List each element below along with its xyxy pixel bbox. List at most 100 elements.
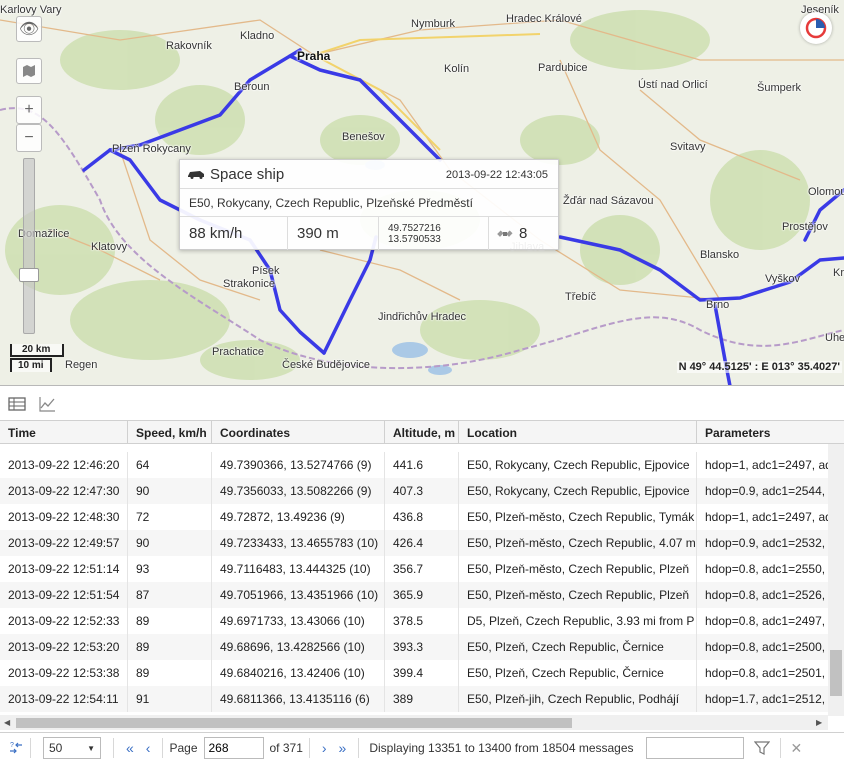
cell-time: 2013-09-22 12:51:14 — [0, 556, 128, 582]
map-icon — [23, 65, 35, 77]
cell-speed: 90 — [128, 478, 212, 504]
page-label: Page — [169, 741, 198, 755]
column-header-time[interactable]: Time — [0, 421, 128, 443]
column-header-coordinates[interactable]: Coordinates — [212, 421, 385, 443]
table-header: Time Speed, km/h Coordinates Altitude, m… — [0, 420, 844, 444]
cell-time: 2013-09-22 12:49:57 — [0, 530, 128, 556]
zoom-out-button[interactable]: − — [16, 124, 42, 152]
last-page-button[interactable]: » — [333, 740, 353, 756]
column-header-altitude[interactable]: Altitude, m — [385, 421, 459, 443]
chart-view-icon[interactable] — [38, 396, 56, 412]
cell-coordinates: 49.68696, 13.4282566 (10) — [212, 634, 385, 660]
cell-location: E50, Plzeň-město, Czech Republic, Tymák — [459, 504, 697, 530]
cell-speed: 93 — [128, 556, 212, 582]
column-header-location[interactable]: Location — [459, 421, 697, 443]
previous-page-button[interactable]: ‹ — [140, 740, 157, 756]
cell-parameters: hdop=0.8, adc1=2501, — [705, 666, 826, 680]
pagination-bar: ? 50 ▼ « ‹ Page of 371 › » Displaying 13… — [0, 732, 844, 763]
cell-altitude: 399.4 — [385, 660, 459, 686]
table-body: 2013-09-22 12:46:20 64 49.7390366, 13.52… — [0, 444, 828, 714]
cell-parameters: hdop=0.9, adc1=2532, — [705, 536, 826, 550]
scroll-right-icon[interactable]: ▶ — [816, 718, 822, 727]
table-row[interactable]: 2013-09-22 12:53:38 89 49.6840216, 13.42… — [0, 660, 828, 686]
cell-location: E50, Plzeň-město, Czech Republic, Plzeň — [459, 582, 697, 608]
next-page-button[interactable]: › — [316, 740, 333, 756]
table-row[interactable]: 2013-09-22 12:46:20 64 49.7390366, 13.52… — [0, 452, 828, 478]
cell-time: 2013-09-22 12:52:33 — [0, 608, 128, 634]
cell-time: 2013-09-22 12:54:11 — [0, 686, 128, 712]
table-row[interactable]: 2013-09-22 12:49:57 90 49.7233433, 13.46… — [0, 530, 828, 556]
zoom-slider-track[interactable] — [23, 158, 35, 334]
cell-location: E50, Plzeň, Czech Republic, Černice — [459, 634, 697, 660]
table-row[interactable]: 2013-09-22 12:51:14 93 49.7116483, 13.44… — [0, 556, 828, 582]
page-size-value: 50 — [49, 741, 63, 755]
cell-altitude: 378.5 — [385, 608, 459, 634]
map-scale: 20 km 10 mi — [10, 344, 64, 372]
table-row[interactable]: 2013-09-22 12:48:30 72 49.72872, 13.4923… — [0, 504, 828, 530]
table-row[interactable]: 2013-09-22 12:53:20 89 49.68696, 13.4282… — [0, 634, 828, 660]
cell-coordinates: 49.7390366, 13.5274766 (9) — [212, 452, 385, 478]
cell-speed: 90 — [128, 530, 212, 556]
cell-time: 2013-09-22 12:51:54 — [0, 582, 128, 608]
cell-altitude: 393.3 — [385, 634, 459, 660]
cell-parameters: hdop=0.8, adc1=2500, — [705, 640, 826, 654]
filter-icon[interactable] — [753, 740, 770, 756]
first-page-button[interactable]: « — [120, 740, 140, 756]
page-size-select[interactable]: 50 ▼ — [43, 737, 101, 759]
horizontal-scroll-thumb[interactable] — [16, 718, 572, 728]
unit-coordinates: 49.7527216 13.5790533 — [379, 217, 489, 250]
cell-altitude: 365.9 — [385, 582, 459, 608]
scroll-left-icon[interactable]: ◀ — [4, 718, 10, 727]
messages-panel: Time Speed, km/h Coordinates Altitude, m… — [0, 388, 844, 763]
filter-input[interactable] — [645, 737, 744, 759]
column-header-parameters[interactable]: Parameters — [697, 421, 844, 443]
eye-icon: 👁 — [18, 21, 40, 38]
page-number-input[interactable] — [203, 737, 264, 759]
cell-time: 2013-09-22 12:53:20 — [0, 634, 128, 660]
cell-altitude: 436.8 — [385, 504, 459, 530]
resize-help-icon[interactable]: ? — [8, 740, 24, 756]
displaying-info: Displaying 13351 to 13400 from 18504 mes… — [369, 741, 634, 755]
car-icon — [188, 171, 204, 179]
horizontal-scrollbar[interactable]: ◀ ▶ — [0, 715, 828, 730]
table-row[interactable]: 2013-09-22 12:51:54 87 49.7051966, 13.43… — [0, 582, 828, 608]
unit-altitude: 390 m — [288, 217, 379, 250]
visibility-toggle-button[interactable]: 👁 — [16, 16, 42, 42]
unit-info-popup: Space ship 2013-09-22 12:43:05 E50, Roky… — [179, 159, 559, 250]
minus-icon: − — [24, 129, 34, 146]
satellite-icon — [497, 229, 513, 237]
cell-altitude: 407.3 — [385, 478, 459, 504]
unit-last-time: 2013-09-22 12:43:05 — [445, 169, 548, 181]
cell-parameters: hdop=0.9, adc1=2544, — [705, 484, 826, 498]
zoom-in-button[interactable]: + — [16, 96, 42, 124]
vertical-scroll-thumb[interactable] — [830, 650, 842, 696]
table-row[interactable]: 2013-09-22 12:52:33 89 49.6971733, 13.43… — [0, 608, 828, 634]
table-row[interactable]: 2013-09-22 12:47:30 90 49.7356033, 13.50… — [0, 478, 828, 504]
cell-coordinates: 49.7233433, 13.4655783 (10) — [212, 530, 385, 556]
cell-location: E50, Plzeň, Czech Republic, Černice — [459, 660, 697, 686]
cell-parameters: hdop=1.7, adc1=2512, — [705, 692, 826, 706]
page-total: of 371 — [269, 741, 303, 755]
cell-speed: 91 — [128, 686, 212, 712]
table-view-icon[interactable] — [8, 396, 26, 412]
cell-parameters: hdop=0.8, adc1=2526, — [705, 588, 826, 602]
cell-altitude: 441.6 — [385, 452, 459, 478]
satellite-count: 8 — [519, 225, 528, 242]
column-header-speed[interactable]: Speed, km/h — [128, 421, 212, 443]
cell-parameters: hdop=1, adc1=2497, ad — [705, 458, 828, 472]
map-layers-button[interactable] — [16, 58, 42, 84]
unit-speed: 88 km/h — [180, 217, 288, 250]
app-logo[interactable] — [800, 12, 832, 44]
table-row[interactable]: 2013-09-22 12:54:11 91 49.6811366, 13.41… — [0, 686, 828, 712]
map-view[interactable]: Karlovy Vary Nymburk Hradec Králové Rako… — [0, 0, 844, 386]
zoom-slider-handle[interactable] — [19, 268, 39, 282]
cell-speed: 87 — [128, 582, 212, 608]
unit-latitude: 49.7527216 — [388, 222, 441, 234]
cell-coordinates: 49.6840216, 13.42406 (10) — [212, 660, 385, 686]
view-tabs — [0, 388, 844, 420]
unit-longitude: 13.5790533 — [388, 233, 441, 245]
clear-filter-icon[interactable]: ✕ — [791, 740, 803, 757]
vertical-scrollbar[interactable] — [828, 444, 844, 716]
cell-location: E50, Rokycany, Czech Republic, Ejpovice — [459, 478, 697, 504]
unit-location: E50, Rokycany, Czech Republic, Plzeňské … — [180, 189, 558, 217]
